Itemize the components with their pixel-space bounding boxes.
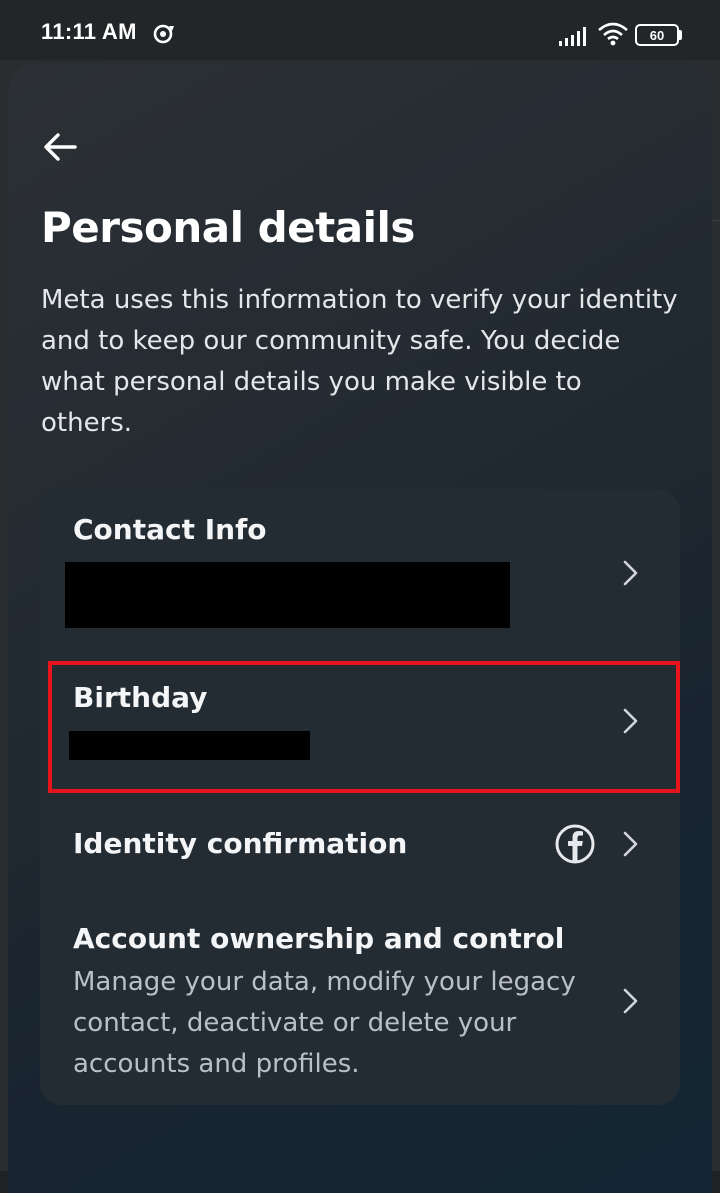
personal-details-sheet: Personal details Meta uses this informat… bbox=[8, 63, 712, 1193]
details-card: Contact Info Birthday Identity confirmat… bbox=[40, 489, 680, 1105]
sync-icon bbox=[153, 24, 174, 44]
account-ownership-subtitle: Manage your data, modify your legacy con… bbox=[73, 967, 576, 1079]
page-title: Personal details bbox=[41, 203, 415, 252]
account-ownership-label: Account ownership and control bbox=[73, 922, 565, 955]
wifi-icon bbox=[598, 22, 628, 46]
contact-info-row[interactable]: Contact Info bbox=[40, 489, 680, 649]
battery-level: 60 bbox=[635, 24, 679, 46]
redacted-contact-value bbox=[65, 562, 510, 628]
birthday-label: Birthday bbox=[73, 681, 208, 714]
back-button[interactable] bbox=[38, 127, 82, 167]
identity-confirmation-row[interactable]: Identity confirmation bbox=[40, 799, 680, 889]
facebook-icon bbox=[555, 824, 595, 864]
status-time: 11:11 AM bbox=[41, 19, 137, 44]
contact-info-label: Contact Info bbox=[73, 513, 267, 546]
redacted-birthday-value bbox=[69, 731, 310, 760]
page-description: Meta uses this information to verify you… bbox=[41, 285, 678, 438]
identity-confirmation-label: Identity confirmation bbox=[73, 827, 408, 860]
signal-icon bbox=[559, 27, 586, 46]
arrow-left-icon bbox=[44, 133, 77, 161]
battery-icon: 60 bbox=[635, 24, 683, 46]
chevron-right-icon bbox=[623, 560, 638, 586]
status-bar: 11:11 AM 60 bbox=[0, 0, 720, 60]
birthday-row[interactable]: Birthday bbox=[40, 659, 680, 789]
chevron-right-icon bbox=[623, 988, 638, 1014]
chevron-right-icon bbox=[623, 831, 638, 857]
account-ownership-row[interactable]: Account ownership and control Manage you… bbox=[40, 899, 680, 1099]
battery-tip bbox=[679, 30, 682, 40]
chevron-right-icon bbox=[623, 708, 638, 734]
